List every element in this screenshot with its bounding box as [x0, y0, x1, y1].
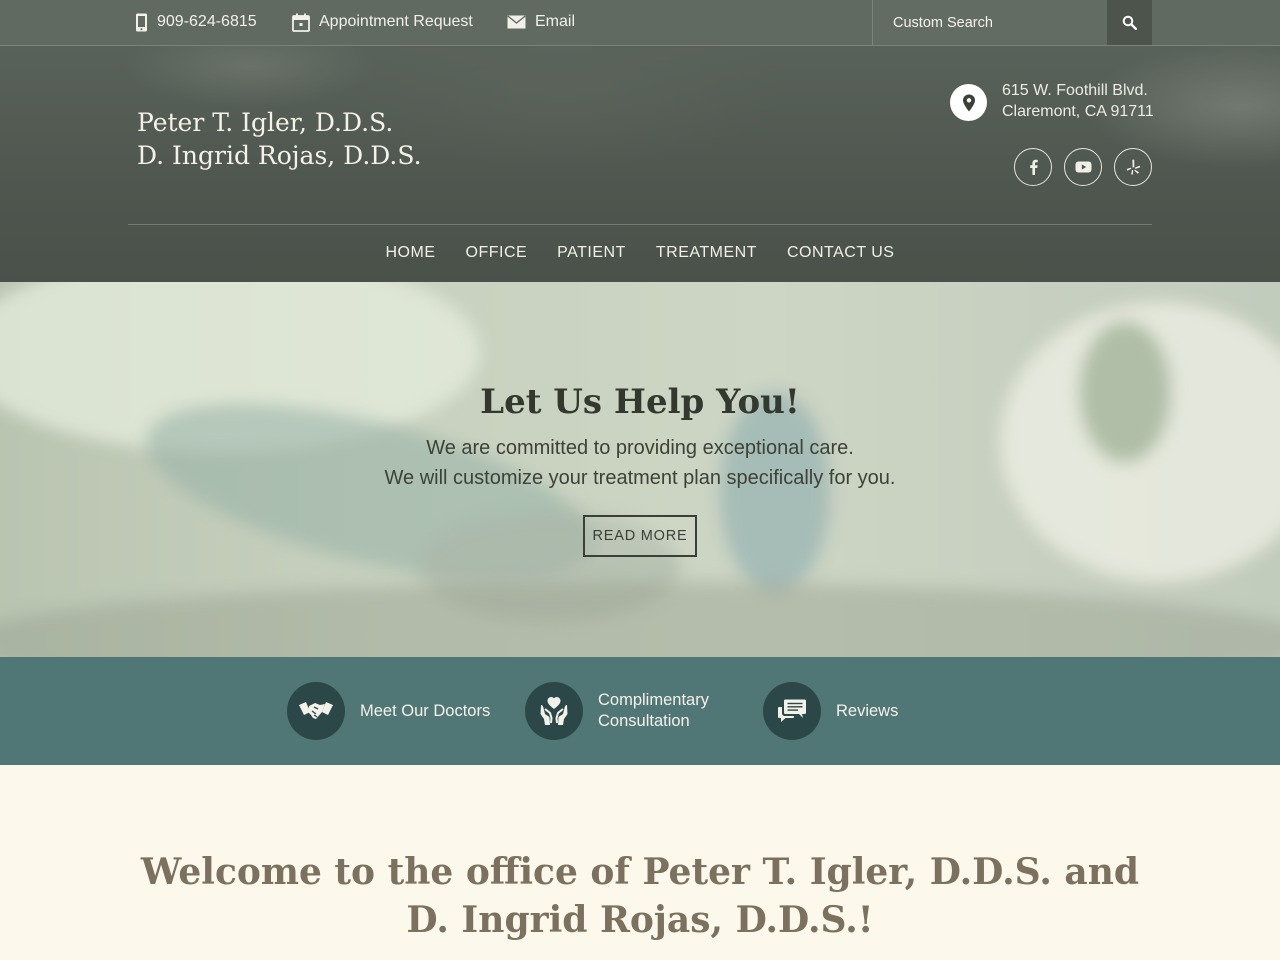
hero-bg-floor [0, 582, 1280, 657]
hero-text-line-1: We are committed to providing exceptiona… [426, 437, 854, 459]
map-pin-icon[interactable] [950, 84, 987, 121]
top-bar: 909-624-6815 Appointment Request Email C… [0, 0, 1280, 46]
nav-item-contact-us[interactable]: CONTACT US [772, 234, 910, 272]
feature-label: Meet Our Doctors [360, 701, 491, 720]
feature-label-line-1: Complimentary [598, 691, 709, 709]
main-nav: HOME OFFICE PATIENT TREATMENT CONTACT US [0, 234, 1280, 272]
nav-divider [128, 224, 1152, 225]
brand-doctor-2: D. Ingrid Rojas, D.D.S. [137, 141, 422, 170]
youtube-icon [1075, 161, 1091, 173]
mobile-phone-icon [136, 13, 147, 31]
email-label: Email [535, 13, 576, 30]
youtube-button[interactable] [1064, 148, 1102, 186]
hero-banner: Let Us Help You! We are committed to pro… [0, 282, 1280, 657]
feature-icon-circle [763, 682, 821, 740]
nav-item-treatment[interactable]: TREATMENT [641, 234, 772, 272]
feature-label-line-2: Consultation [598, 712, 690, 730]
brand-doctor-1: Peter T. Igler, D.D.S. [137, 108, 394, 137]
envelope-icon [507, 15, 526, 29]
appointment-label: Appointment Request [319, 13, 473, 30]
facebook-icon [1029, 159, 1038, 175]
calendar-icon [292, 13, 310, 32]
hero-text-line-2: We will customize your treatment plan sp… [384, 467, 896, 489]
search-button[interactable] [1107, 0, 1152, 45]
appointment-request-link[interactable]: Appointment Request [292, 11, 473, 33]
hero-bg-stool [720, 392, 830, 592]
yelp-icon [1126, 159, 1140, 175]
feature-label: Reviews [836, 701, 899, 720]
welcome-heading: Welcome to the office of Peter T. Igler,… [140, 851, 1140, 941]
phone-number: 909-624-6815 [157, 13, 257, 30]
hands-heart-icon [540, 697, 568, 725]
practice-logo-text[interactable]: Peter T. Igler, D.D.S. D. Ingrid Rojas, … [137, 106, 422, 172]
search-placeholder: Custom Search [893, 14, 993, 31]
handshake-icon [299, 702, 333, 719]
phone-link[interactable]: 909-624-6815 [135, 11, 257, 33]
reviews-link[interactable]: Reviews [763, 682, 898, 740]
site-header: Peter T. Igler, D.D.S. D. Ingrid Rojas, … [0, 46, 1280, 282]
yelp-button[interactable] [1114, 148, 1152, 186]
magnifier-icon [1122, 15, 1137, 30]
feature-label: Complimentary Consultation [598, 690, 709, 732]
chat-bubble-icon [778, 699, 806, 722]
hero-title: Let Us Help You! [480, 382, 800, 422]
email-link[interactable]: Email [507, 11, 575, 33]
nav-item-home[interactable]: HOME [371, 234, 451, 272]
nav-item-office[interactable]: OFFICE [451, 234, 543, 272]
features-band: Meet Our Doctors Complimentary Consultat… [0, 657, 1280, 765]
nav-item-patient[interactable]: PATIENT [542, 234, 641, 272]
address-city: Claremont, CA 91711 [1002, 103, 1154, 120]
complimentary-consultation-link[interactable]: Complimentary Consultation [525, 682, 709, 740]
read-more-button[interactable]: READ MORE [583, 515, 697, 557]
feature-icon-circle [525, 682, 583, 740]
office-address[interactable]: 615 W. Foothill Blvd. Claremont, CA 9171… [1002, 80, 1154, 122]
address-street: 615 W. Foothill Blvd. [1002, 82, 1148, 99]
feature-icon-circle [287, 682, 345, 740]
meet-our-doctors-link[interactable]: Meet Our Doctors [287, 682, 490, 740]
facebook-button[interactable] [1014, 148, 1052, 186]
search-input[interactable]: Custom Search [872, 0, 1107, 45]
